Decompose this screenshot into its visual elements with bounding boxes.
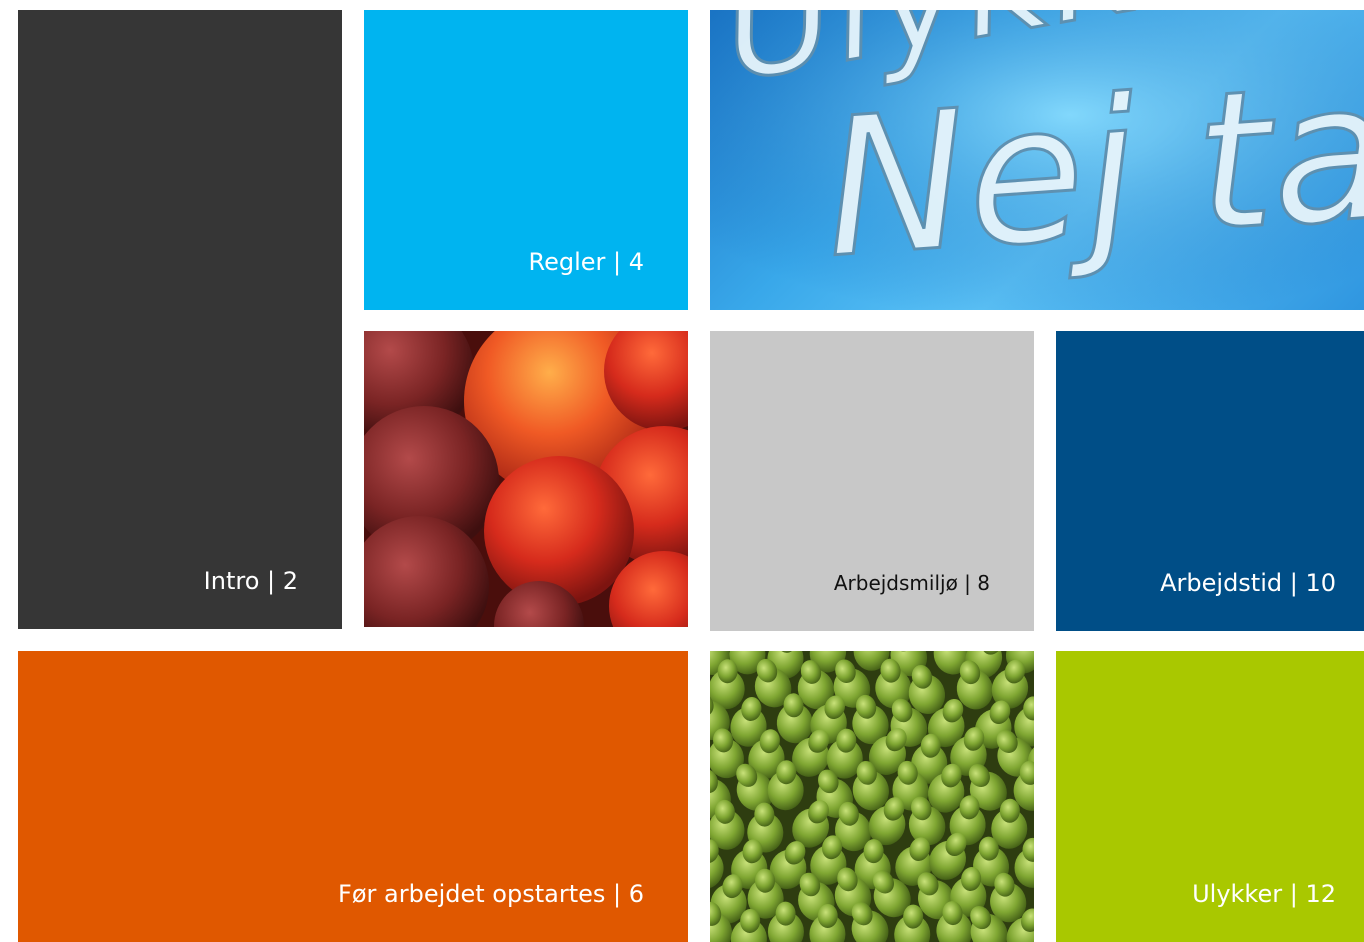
tile-arbejdstid[interactable]: Arbejdstid | 10 — [1056, 331, 1364, 631]
tile-regler[interactable]: Regler | 4 — [364, 10, 688, 310]
tile-intro[interactable]: Intro | 2 — [18, 10, 342, 629]
tile-for-arbejdet[interactable]: Før arbejdet opstartes | 6 — [18, 651, 688, 942]
tile-arbejdsmiljo[interactable]: Arbejdsmiljø | 8 — [710, 331, 1034, 631]
tile-regler-label: Regler | 4 — [528, 248, 644, 276]
apples-photo — [364, 331, 688, 627]
tile-ulykker[interactable]: Ulykker | 12 — [1056, 651, 1364, 942]
pears-image[interactable] — [710, 651, 1034, 942]
pears-photo — [710, 651, 1034, 942]
hero-text-graphic: Ulykker Nej tak — [710, 10, 1364, 310]
hero-image: Ulykker Nej tak — [710, 10, 1364, 310]
tile-ulykker-label: Ulykker | 12 — [1192, 880, 1336, 908]
tile-intro-label: Intro | 2 — [203, 567, 298, 595]
tile-arbejdsmiljo-label: Arbejdsmiljø | 8 — [833, 571, 990, 595]
apples-image[interactable] — [364, 331, 688, 627]
tile-arbejdstid-label: Arbejdstid | 10 — [1160, 569, 1336, 597]
tile-for-arbejdet-label: Før arbejdet opstartes | 6 — [338, 880, 644, 908]
